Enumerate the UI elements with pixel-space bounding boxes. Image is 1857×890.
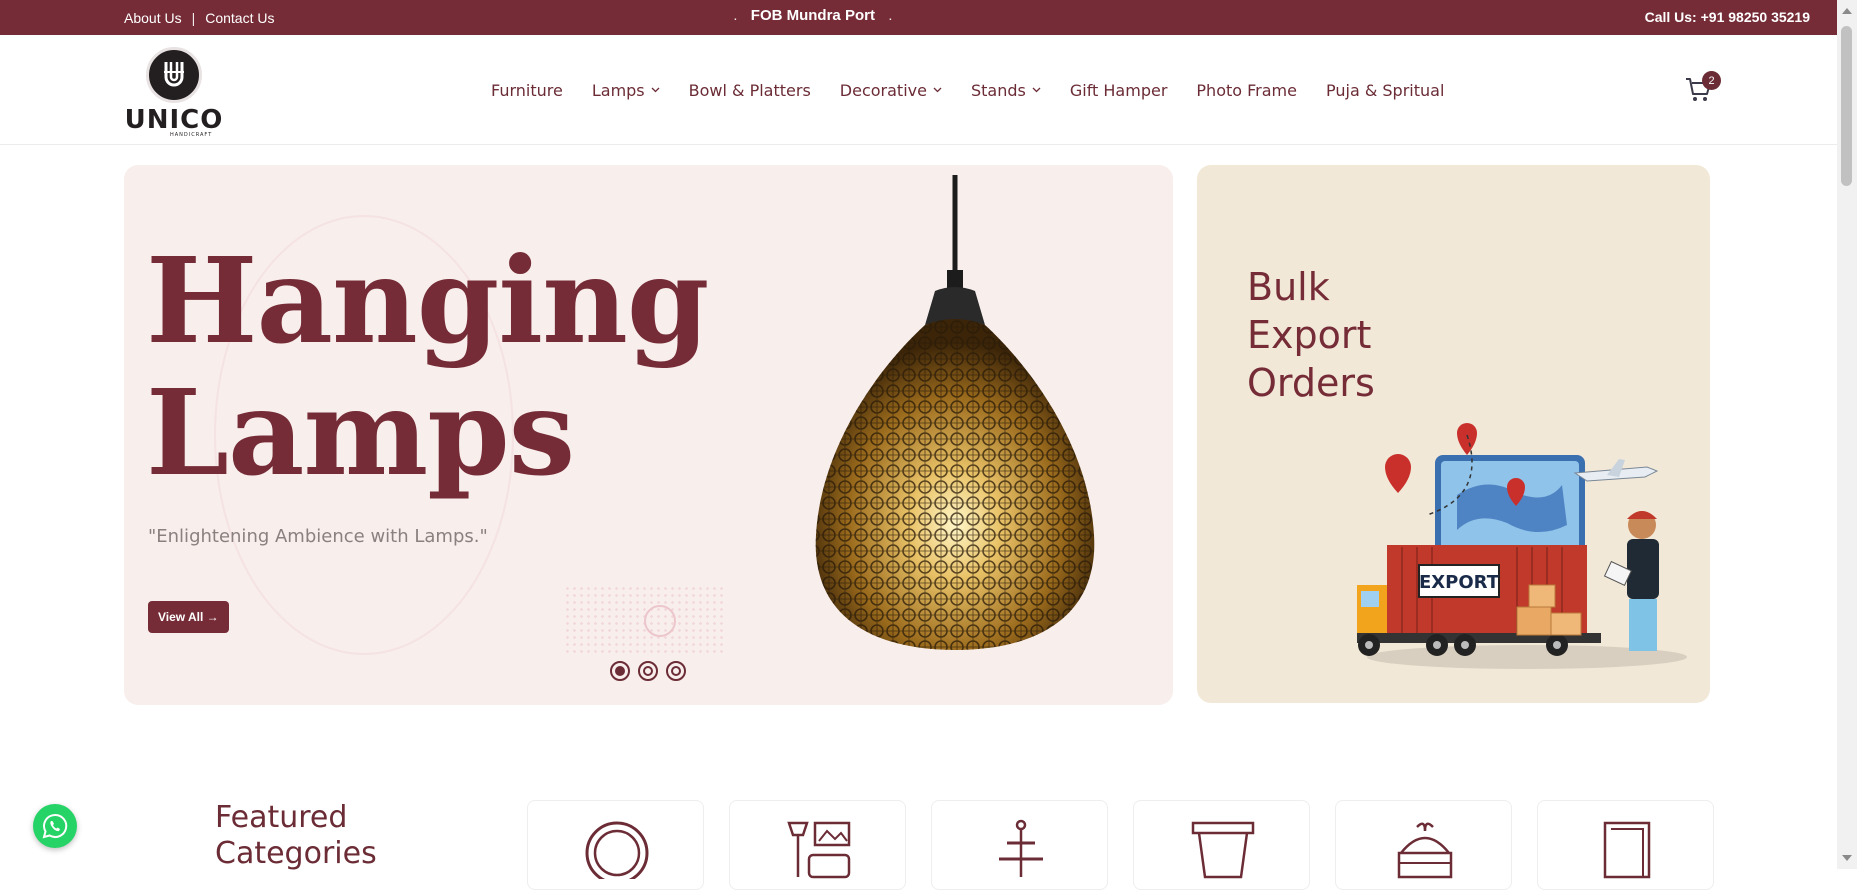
nav-item-stands[interactable]: Stands (971, 81, 1041, 100)
slider-pagination (610, 661, 686, 681)
furniture-icon (787, 821, 851, 879)
decorative-ring (644, 605, 676, 637)
category-card-furniture[interactable] (729, 800, 906, 890)
hero-tagline: "Enlightening Ambience with Lamps." (148, 526, 488, 547)
logo-u-icon (164, 62, 184, 87)
logo-subtitle: HANDICRAFT (170, 132, 213, 138)
nav-item-bowl-platters[interactable]: Bowl & Platters (689, 81, 811, 100)
hero-title-line1: Hanging (146, 231, 709, 370)
category-card-bowl[interactable] (527, 800, 704, 890)
export-title-line2: Export (1247, 313, 1372, 357)
slide-dot-1[interactable] (610, 661, 630, 681)
photo-frame-icon (1603, 821, 1651, 879)
export-title-line3: Orders (1247, 361, 1375, 405)
scroll-down-arrow-icon[interactable] (1842, 855, 1852, 861)
gift-hamper-icon (1397, 822, 1453, 879)
hero-title: Hanging Lamps (146, 235, 709, 502)
planter-icon (1191, 821, 1255, 879)
chevron-down-icon (933, 85, 942, 96)
cart-count-badge: 2 (1702, 71, 1721, 90)
scroll-up-arrow-icon[interactable] (1842, 8, 1852, 14)
category-card-stands[interactable] (931, 800, 1108, 890)
announcement: . FOB Mundra Port . (734, 7, 892, 24)
chevron-down-icon (651, 85, 660, 96)
chevron-down-icon (1032, 85, 1041, 96)
hanging-lamp-image (815, 175, 1095, 650)
export-truck-illustration: EXPORT (1357, 423, 1687, 669)
nav-item-puja-spritual[interactable]: Puja & Spritual (1326, 81, 1444, 100)
nav-item-label: Lamps (591, 81, 645, 100)
category-card-photo-frame[interactable] (1537, 800, 1714, 890)
bulk-export-banner[interactable]: Bulk Export Orders EXPORT (1197, 165, 1710, 703)
slide-dot-3[interactable] (666, 661, 686, 681)
view-all-button[interactable]: View All → (148, 601, 229, 633)
scrollbar-thumb[interactable] (1841, 26, 1852, 186)
nav-item-label: Decorative (839, 81, 927, 100)
about-us-link[interactable]: About Us (124, 10, 182, 26)
announcement-dot-right: . (888, 12, 892, 23)
announcement-text: FOB Mundra Port (750, 7, 875, 24)
slide-dot-2[interactable] (638, 661, 658, 681)
category-card-gift-hamper[interactable] (1335, 800, 1512, 890)
whatsapp-button[interactable] (33, 804, 77, 848)
featured-categories-heading: Featured Categories (215, 800, 377, 872)
export-title: Bulk Export Orders (1247, 263, 1375, 407)
nav-item-lamps[interactable]: Lamps (592, 81, 660, 100)
nav-item-gift-hamper[interactable]: Gift Hamper (1070, 81, 1168, 100)
page-scrollbar[interactable] (1837, 0, 1857, 869)
nav-item-decorative[interactable]: Decorative (840, 81, 942, 100)
featured-title-line2: Categories (215, 836, 377, 871)
logo-mark-icon (146, 47, 202, 103)
nav-item-label: Stands (970, 81, 1026, 100)
nav-item-label: Gift Hamper (1069, 81, 1168, 100)
hero-title-line2: Lamps (146, 363, 575, 502)
export-title-line1: Bulk (1247, 265, 1330, 309)
nav-item-photo-frame[interactable]: Photo Frame (1196, 81, 1297, 100)
site-header: UNICO HANDICRAFT Furniture Lamps Bowl & … (0, 35, 1837, 145)
call-us-text[interactable]: Call Us: +91 98250 35219 (1645, 9, 1810, 25)
nav-item-label: Furniture (491, 81, 563, 100)
category-card-planter[interactable] (1133, 800, 1310, 890)
nav-item-furniture[interactable]: Furniture (491, 81, 563, 100)
bowl-platter-icon (585, 821, 649, 879)
top-bar: About Us | Contact Us . FOB Mundra Port … (0, 0, 1837, 35)
link-separator: | (191, 10, 196, 26)
export-truck-label: EXPORT (1419, 572, 1500, 593)
whatsapp-icon (42, 813, 68, 839)
nav-item-label: Bowl & Platters (688, 81, 811, 100)
nav-item-label: Photo Frame (1196, 81, 1297, 100)
contact-us-link[interactable]: Contact Us (205, 10, 274, 26)
cart-button[interactable]: 2 (1684, 71, 1721, 109)
featured-title-line1: Featured (215, 800, 348, 835)
announcement-dot-left: . (734, 12, 737, 23)
stand-icon (999, 819, 1043, 877)
logo-wordmark: UNICO (124, 105, 224, 135)
top-links: About Us | Contact Us (124, 10, 274, 26)
hero-slider: Hanging Lamps "Enlightening Ambience wit… (124, 165, 1173, 705)
site-logo[interactable]: UNICO HANDICRAFT (122, 41, 226, 139)
main-nav: Furniture Lamps Bowl & Platters Decorati… (491, 81, 1444, 100)
nav-item-label: Puja & Spritual (1325, 81, 1445, 100)
